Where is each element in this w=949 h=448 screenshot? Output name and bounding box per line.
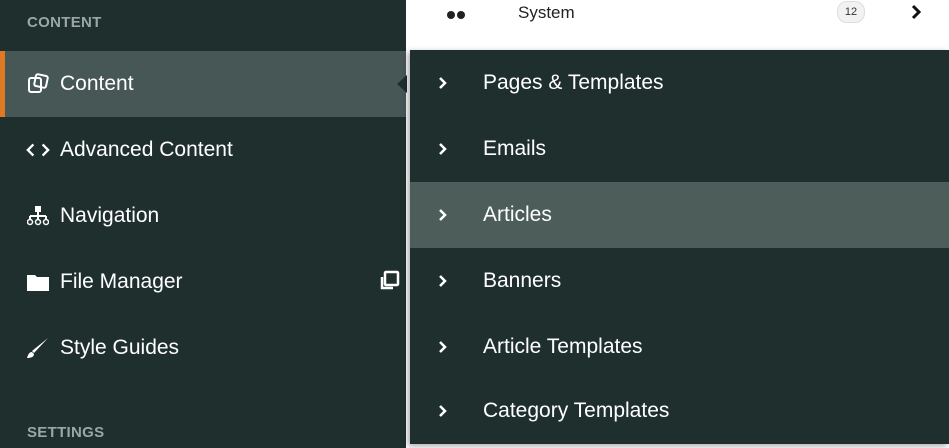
folder-icon (26, 270, 50, 294)
flyout-item-label: Emails (483, 137, 547, 160)
content-flyout-menu: Pages & Templates Emails Articles Banner… (410, 50, 949, 444)
background-header (406, 0, 949, 44)
active-item-pointer (397, 75, 407, 93)
flyout-item-banners[interactable]: Banners (410, 248, 949, 314)
sidebar-item-navigation[interactable]: Navigation (0, 183, 406, 249)
active-accent-bar (0, 51, 5, 117)
flyout-item-article-templates[interactable]: Article Templates (410, 314, 949, 380)
section-label-content: CONTENT (27, 14, 102, 31)
system-label[interactable]: System (518, 3, 575, 23)
system-dots-icon (447, 11, 465, 19)
flyout-item-label: Pages & Templates (483, 71, 664, 94)
code-icon (26, 138, 50, 162)
sidebar-item-content[interactable]: Content (0, 51, 406, 117)
chevron-right-icon (436, 208, 450, 222)
system-count-badge: 12 (837, 1, 865, 23)
flyout-item-label: Category Templates (483, 399, 670, 422)
sidebar-item-label: Navigation (60, 204, 160, 227)
section-label-settings: SETTINGS (27, 424, 105, 441)
content-icon (26, 72, 50, 96)
sidebar-item-style-guides[interactable]: Style Guides (0, 315, 406, 381)
chevron-right-icon[interactable] (910, 4, 922, 20)
sidebar: CONTENT Content Advanced Content Navigat… (0, 0, 406, 448)
external-link-icon[interactable] (378, 270, 400, 292)
sidebar-item-advanced-content[interactable]: Advanced Content (0, 117, 406, 183)
sidebar-item-file-manager[interactable]: File Manager (0, 249, 406, 315)
chevron-right-icon (436, 340, 450, 354)
flyout-item-label: Banners (483, 269, 562, 292)
sidebar-item-label: Advanced Content (60, 138, 233, 161)
chevron-right-icon (436, 76, 450, 90)
sidebar-item-label: Style Guides (60, 336, 180, 359)
sidebar-item-label: File Manager (60, 270, 183, 293)
chevron-right-icon (436, 274, 450, 288)
flyout-item-label: Articles (483, 203, 552, 226)
sidebar-item-label: Content (60, 72, 134, 95)
sitemap-icon (26, 204, 50, 228)
chevron-right-icon (436, 404, 450, 418)
flyout-item-category-templates[interactable]: Category Templates (410, 378, 949, 444)
flyout-item-articles[interactable]: Articles (410, 182, 949, 248)
chevron-right-icon (436, 142, 450, 156)
flyout-item-emails[interactable]: Emails (410, 116, 949, 182)
flyout-item-pages-templates[interactable]: Pages & Templates (410, 50, 949, 116)
brush-icon (26, 336, 50, 360)
flyout-item-label: Article Templates (483, 335, 643, 358)
